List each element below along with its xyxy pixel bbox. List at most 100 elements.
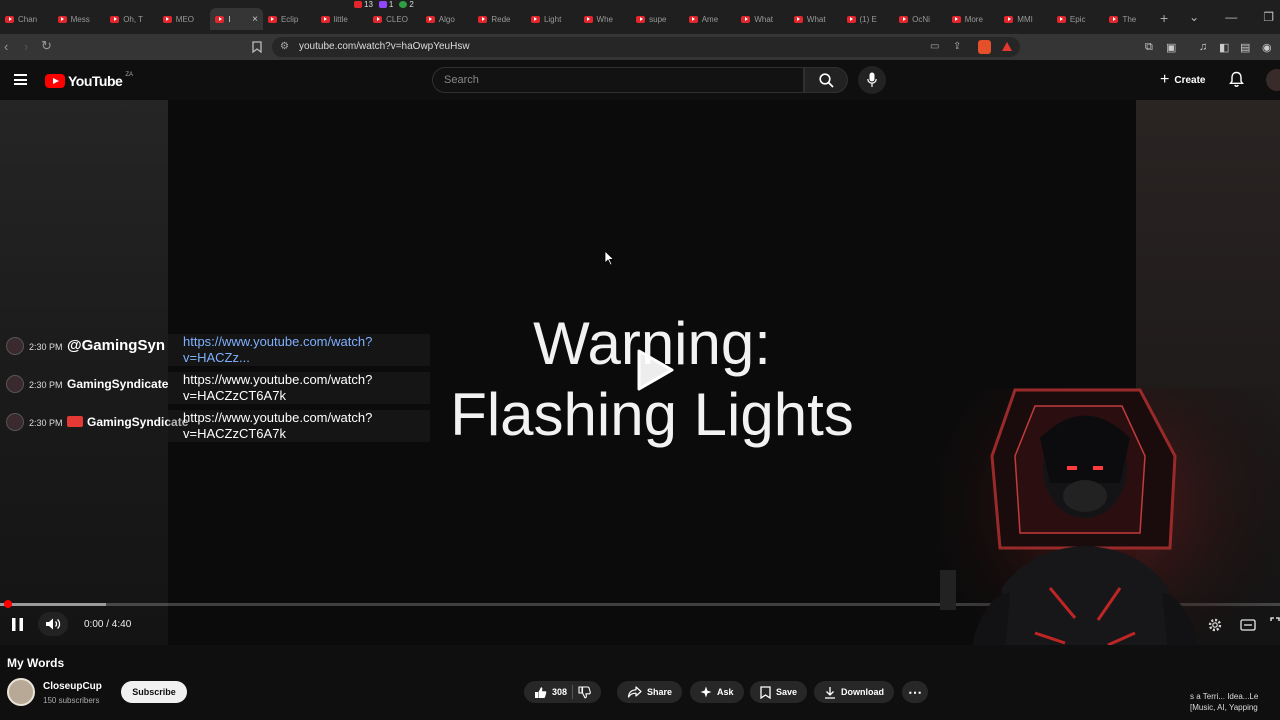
- channel-name[interactable]: CloseupCup: [43, 681, 102, 692]
- browser-tab[interactable]: The: [1104, 8, 1157, 30]
- big-play-icon[interactable]: [635, 348, 675, 392]
- thumbs-up-icon[interactable]: [534, 686, 547, 699]
- search-input[interactable]: Search: [432, 67, 804, 93]
- like-count[interactable]: 308: [552, 687, 567, 697]
- create-button[interactable]: + Create: [1152, 68, 1213, 92]
- browser-tab[interactable]: What: [789, 8, 842, 30]
- youtube-favicon-icon: [846, 15, 856, 23]
- camera-icon: [67, 416, 83, 427]
- microphone-icon: [867, 72, 877, 87]
- twitch-badge-icon: [378, 1, 387, 8]
- tab-label: CLEO: [386, 14, 408, 24]
- subscribe-button[interactable]: Subscribe: [121, 681, 187, 703]
- buffered-bar: [0, 603, 107, 606]
- tab-label: More: [964, 14, 983, 24]
- account-avatar[interactable]: [1266, 69, 1280, 91]
- ask-button[interactable]: Ask: [690, 681, 744, 703]
- chat-text: https://www.youtube.com/watch? v=HACZzCT…: [168, 410, 430, 442]
- bookmark-icon[interactable]: [252, 41, 262, 53]
- tab-label: Light: [543, 14, 562, 24]
- scrubber-handle[interactable]: [4, 600, 12, 608]
- browser-tab[interactable]: CLEO: [368, 8, 421, 30]
- browser-tab[interactable]: More: [947, 8, 1000, 30]
- browser-tab[interactable]: Whe: [579, 8, 632, 30]
- tab-label: I: [228, 14, 231, 24]
- browser-tab[interactable]: Mess: [53, 8, 106, 30]
- browser-tab[interactable]: Epic: [1052, 8, 1105, 30]
- youtube-favicon-icon: [425, 15, 435, 23]
- youtube-logo[interactable]: YouTube ZA: [45, 72, 133, 89]
- window-controls: ⌄ — ❐: [1189, 10, 1274, 24]
- chat-message: 2:30 PM GamingSyndicate https://www.yout…: [0, 371, 430, 409]
- share-button[interactable]: Share: [617, 681, 683, 703]
- chat-avatar: [6, 375, 24, 393]
- close-tab-icon[interactable]: ×: [252, 14, 258, 25]
- browser-tab[interactable]: little: [316, 8, 369, 30]
- browser-tab[interactable]: MMI: [999, 8, 1052, 30]
- media-icon[interactable]: ♫: [1199, 41, 1207, 53]
- browser-tab[interactable]: Chan: [0, 8, 53, 30]
- browser-tab[interactable]: OcNi: [894, 8, 947, 30]
- tab-label: The: [1122, 14, 1137, 24]
- cast-icon[interactable]: ▭: [930, 41, 939, 52]
- youtube-favicon-icon: [793, 15, 803, 23]
- more-actions-button[interactable]: ⋯: [902, 681, 928, 703]
- tab-label: Ame: [701, 14, 719, 24]
- tab-label: Rede: [491, 14, 511, 24]
- youtube-favicon-icon: [951, 15, 961, 23]
- browser-tab[interactable]: Algo: [421, 8, 474, 30]
- browser-tab[interactable]: Eclip: [263, 8, 316, 30]
- profile-icon[interactable]: ◉: [1262, 41, 1272, 54]
- reload-icon[interactable]: ↻: [41, 38, 52, 54]
- browser-tab[interactable]: supe: [631, 8, 684, 30]
- youtube-favicon-icon: [162, 15, 172, 23]
- youtube-header: YouTube ZA Search + Create: [0, 60, 1280, 100]
- tab-label: OcNi: [912, 14, 930, 24]
- pause-icon[interactable]: [11, 617, 24, 632]
- thumbs-down-icon[interactable]: [578, 685, 591, 699]
- recommendation-title-fragment[interactable]: s a Terri... Idea...Le [Music, AI, Yappi…: [1190, 691, 1258, 713]
- chat-timestamp: 2:30 PM: [29, 342, 63, 352]
- download-icon: [825, 686, 835, 699]
- chat-link[interactable]: https://www.youtube.com/watch? v=HACZz..…: [168, 334, 430, 366]
- channel-avatar[interactable]: [7, 678, 35, 706]
- youtube-favicon-icon: [636, 15, 646, 23]
- brave-rewards-icon[interactable]: [1002, 42, 1012, 51]
- browser-tab[interactable]: Oh, T: [105, 8, 158, 30]
- download-button[interactable]: Download: [814, 681, 894, 703]
- share-page-icon[interactable]: ⇪: [953, 41, 961, 52]
- chat-author: @GamingSyn: [67, 337, 165, 354]
- forward-arrow-icon[interactable]: ›: [24, 39, 28, 54]
- split-view-icon[interactable]: ◧: [1219, 41, 1229, 54]
- minimize-button[interactable]: —: [1225, 10, 1237, 24]
- browser-tab[interactable]: (1) E: [842, 8, 895, 30]
- browser-tab-strip: 13 1 2 Chan Mess Oh, T MEO I × Eclip little CLEO…: [0, 0, 1280, 34]
- youtube-favicon-icon: [110, 15, 120, 23]
- volume-button[interactable]: [38, 612, 68, 636]
- notifications-bell-icon[interactable]: [1229, 71, 1244, 88]
- brave-shields-icon[interactable]: [978, 40, 991, 54]
- wallet-icon[interactable]: ▤: [1240, 41, 1250, 54]
- browser-tab[interactable]: What: [736, 8, 789, 30]
- chat-timestamp: 2:30 PM: [29, 418, 63, 428]
- browser-tab[interactable]: MEO: [158, 8, 211, 30]
- voice-search-button[interactable]: [858, 66, 886, 94]
- save-button[interactable]: Save: [750, 681, 808, 703]
- tab-search-chevron-icon[interactable]: ⌄: [1189, 10, 1199, 24]
- sidebar-toggle-icon[interactable]: ▣: [1166, 41, 1176, 54]
- browser-tab[interactable]: Ame: [684, 8, 737, 30]
- hamburger-menu-icon[interactable]: [14, 74, 27, 85]
- back-arrow-icon[interactable]: ‹: [4, 39, 8, 54]
- site-info-icon[interactable]: ⚙: [280, 41, 289, 52]
- new-tab-button[interactable]: +: [1160, 10, 1168, 26]
- browser-tab[interactable]: Rede: [473, 8, 526, 30]
- maximize-button[interactable]: ❐: [1263, 10, 1274, 24]
- youtube-favicon-icon: [5, 15, 14, 23]
- search-button[interactable]: [804, 67, 848, 93]
- youtube-badge-icon: [354, 1, 362, 8]
- browser-tab[interactable]: Light: [526, 8, 579, 30]
- browser-tab[interactable]: I ×: [210, 8, 263, 30]
- youtube-favicon-icon: [530, 15, 540, 23]
- extensions-icon[interactable]: ⧉: [1145, 41, 1153, 54]
- url-field[interactable]: ⚙ youtube.com/watch?v=haOwpYeuHsw ▭ ⇪: [272, 37, 1020, 57]
